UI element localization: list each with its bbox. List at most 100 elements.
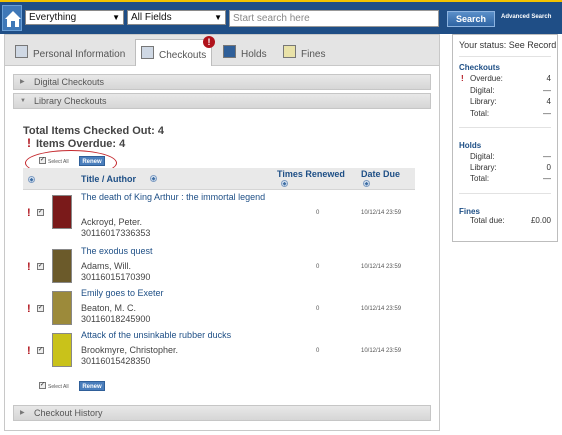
exclamation-icon: ! [27,345,31,357]
item-title-link[interactable]: Attack of the unsinkable rubber ducks [81,330,281,341]
tab-personal-information[interactable]: Personal Information [15,39,130,66]
sort-icon[interactable]: ◆ [28,176,35,183]
items-overdue: Items Overdue: 4 [36,138,126,150]
chevron-right-icon: ▶ [20,410,25,416]
status-header[interactable]: Your status: See Record [459,40,556,50]
item-checkbox[interactable]: ✓ [37,209,44,216]
status-value: — [543,174,551,183]
search-button[interactable]: Search [447,11,495,27]
section-title: Library Checkouts [34,96,107,106]
tab-label: Checkouts [159,50,207,61]
column-times-renewed[interactable]: Times Renewed [277,169,345,179]
chevron-down-icon: ▼ [112,13,120,22]
item-times-renewed: 0 [316,264,320,270]
sort-icon[interactable]: ◆ [363,180,370,187]
item-title-link[interactable]: Emily goes to Exeter [81,288,281,299]
item-barcode: 30116017336353 [81,228,151,238]
tab-fines[interactable]: Fines [283,39,333,66]
top-search-bar: Everything ▼ All Fields ▼ Search Advance… [0,0,562,34]
select-all-checkbox-bottom[interactable]: ✓ [39,382,46,389]
field-select[interactable]: All Fields ▼ [127,10,226,25]
status-fines-title[interactable]: Fines [459,207,480,216]
book-cover[interactable] [52,195,72,229]
item-title-link[interactable]: The death of King Arthur : the immortal … [81,192,281,203]
status-label: Library: [470,97,497,106]
advanced-search-link[interactable]: Advanced Search [501,14,551,20]
book-cover[interactable] [52,333,72,367]
status-label: Overdue: [470,74,503,83]
exclamation-icon: ! [27,207,31,219]
book-cover[interactable] [52,249,72,283]
item-author: Brookmyre, Christopher. [81,345,179,355]
tab-checkouts[interactable]: Checkouts [135,39,212,66]
item-checkbox[interactable]: ✓ [37,263,44,270]
divider [459,56,551,57]
item-author: Ackroyd, Peter. [81,217,143,227]
item-title-link[interactable]: The exodus quest [81,246,281,257]
home-button[interactable] [2,5,22,31]
tab-holds[interactable]: Holds [223,39,278,66]
field-select-value: All Fields [131,12,172,23]
item-checkbox[interactable]: ✓ [37,305,44,312]
table-row: ! ✓ Emily goes to Exeter Beaton, M. C. 3… [23,287,415,329]
scope-select[interactable]: Everything ▼ [25,10,124,25]
renew-button-bottom[interactable]: Renew [79,381,105,391]
item-date-due: 10/12/14 23:59 [361,306,402,312]
status-value: 4 [546,97,551,106]
status-panel: Your status: See Record Checkouts ! Over… [452,34,558,242]
library-checkouts-header[interactable]: ▼ Library Checkouts [13,93,431,109]
tab-label: Personal Information [33,49,126,60]
table-row: ! ✓ The death of King Arthur : the immor… [23,191,415,238]
section-title: Digital Checkouts [34,77,105,87]
status-checkouts-title[interactable]: Checkouts [459,63,500,72]
checkout-history-header[interactable]: ▶ Checkout History [13,405,431,421]
section-title: Checkout History [34,408,103,418]
person-icon [15,45,28,58]
checkouts-table-header: ◆ Title / Author ◆ Times Renewed ◆ Date … [23,168,415,190]
status-label: Total: [470,174,490,183]
book-cover[interactable] [52,291,72,325]
status-value: £0.00 [530,216,551,225]
exclamation-icon: ! [27,303,31,315]
status-value: — [543,152,551,161]
item-times-renewed: 0 [316,210,320,216]
table-row: ! ✓ Attack of the unsinkable rubber duck… [23,329,415,371]
divider [459,193,551,194]
item-barcode: 30116018245900 [81,314,151,324]
exclamation-icon: ! [203,36,215,48]
item-times-renewed: 0 [316,306,320,312]
item-barcode: 30116015428350 [81,356,151,366]
item-checkbox[interactable]: ✓ [37,347,44,354]
status-value: 4 [546,74,551,83]
chevron-down-icon: ▼ [20,98,26,104]
sort-icon[interactable]: ◆ [150,175,157,182]
divider [459,127,551,128]
item-date-due: 10/12/14 23:59 [361,210,402,216]
status-value: 0 [546,163,551,172]
column-title-author[interactable]: Title / Author [81,174,136,184]
item-author: Adams, Will. [81,261,132,271]
tab-label: Holds [241,49,267,60]
chevron-right-icon: ▶ [20,79,25,85]
status-label: Digital: [470,86,495,95]
checkout-icon [141,46,154,59]
item-date-due: 10/12/14 23:59 [361,348,402,354]
column-date-due[interactable]: Date Due [361,169,400,179]
item-author: Beaton, M. C. [81,303,137,313]
sort-icon[interactable]: ◆ [281,180,288,187]
exclamation-icon: ! [27,261,31,273]
scope-select-value: Everything [29,12,77,23]
exclamation-icon: ! [27,136,31,150]
digital-checkouts-header[interactable]: ▶ Digital Checkouts [13,74,431,90]
fines-icon [283,45,296,58]
status-holds-title[interactable]: Holds [459,141,481,150]
chevron-down-icon: ▼ [214,13,222,22]
status-label: Total: [470,109,490,118]
status-label: Digital: [470,152,495,161]
select-all-label: Select All [48,384,69,390]
status-value: — [543,109,551,118]
search-input[interactable] [229,10,439,27]
book-icon [223,45,236,58]
exclamation-icon: ! [461,74,464,83]
account-tabs: Personal Information Checkouts ! Holds F… [5,35,439,66]
